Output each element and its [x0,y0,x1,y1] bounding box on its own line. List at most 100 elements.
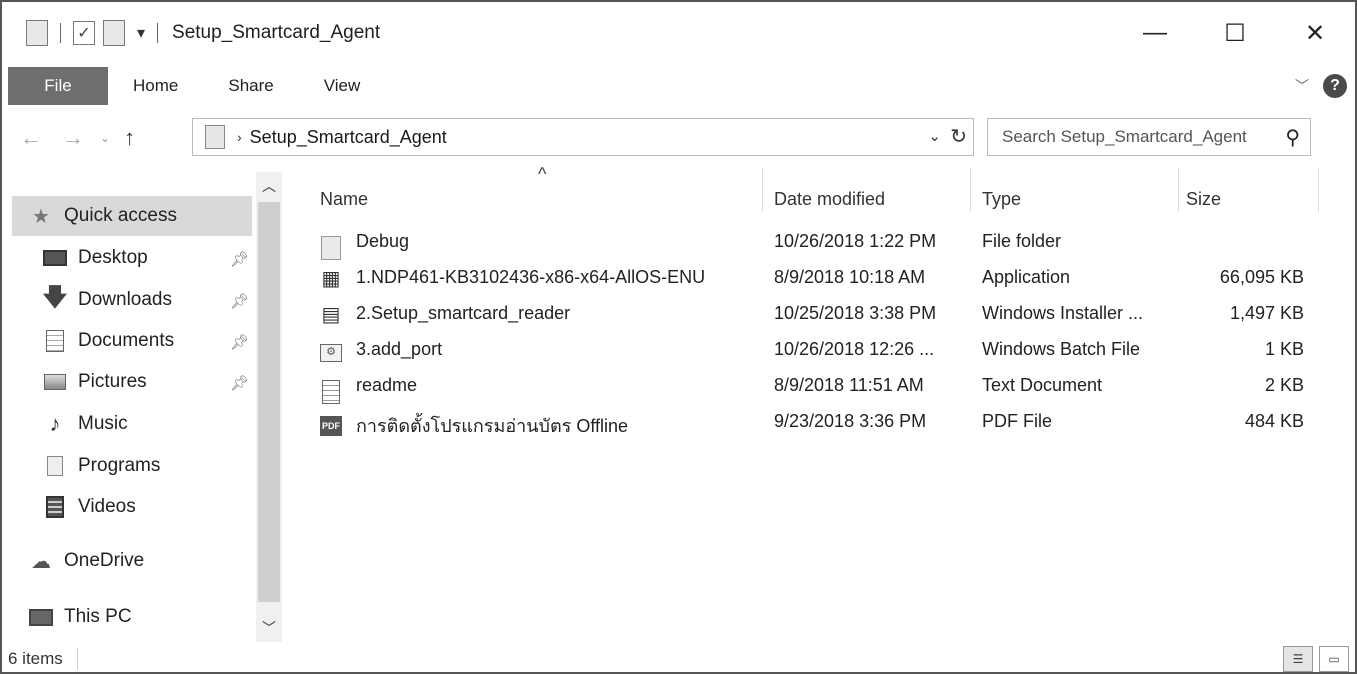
scroll-down-icon[interactable]: ﹀ [262,618,276,638]
folder-icon[interactable] [26,20,48,46]
file-row[interactable]: ⚙ 3.add_port 10/26/2018 12:26 ... Window… [302,332,1342,368]
address-bar[interactable]: › Setup_Smartcard_Agent ⌄ ↻ [192,118,974,156]
file-size: 1 KB [1264,339,1304,359]
address-dropdown-icon[interactable]: ⌄ [928,127,941,145]
installer-icon: ▤ [321,303,341,326]
nav-item-downloads[interactable]: 🡇 Downloads [42,281,172,319]
column-header-name[interactable]: Name [320,180,368,218]
nav-item-desktop[interactable]: Desktop [42,239,148,277]
file-row[interactable]: ▦ 1.NDP461-KB3102436-x86-x64-AllOS-ENU 8… [302,260,1342,296]
scrollbar-thumb[interactable] [258,202,280,602]
nav-item-label: Documents [78,330,175,351]
navigation-pane: ★ Quick access Desktop 📌︎ 🡇 Downloads 📌︎… [2,172,282,642]
nav-item-quick-access[interactable]: ★ Quick access [28,197,177,235]
music-icon: ♪ [49,411,61,436]
breadcrumb-current[interactable]: Setup_Smartcard_Agent [250,127,447,148]
nav-item-pictures[interactable]: Pictures [42,363,147,401]
column-header-size[interactable]: Size [1186,180,1221,218]
file-name: การติดตั้งโปรแกรมอ่านบัตร Offline [356,416,629,436]
column-divider[interactable] [1318,168,1319,212]
folder-icon [318,229,344,260]
large-icons-view-icon[interactable]: ▭ [1319,646,1349,672]
search-icon[interactable]: ⚲ [1285,125,1300,150]
column-divider[interactable] [970,168,971,212]
qat-separator [60,23,61,43]
file-list: ^ Name Date modified Type Size Debug 10/… [302,164,1342,644]
file-date: 8/9/2018 11:51 AM [774,375,924,395]
view-switcher: ☰ ▭ [1283,646,1349,672]
file-row[interactable]: ▤ 2.Setup_smartcard_reader 10/25/2018 3:… [302,296,1342,332]
batch-file-icon: ⚙ [318,337,344,363]
sort-ascending-icon: ^ [538,164,547,184]
pdf-icon: PDF [318,409,344,436]
back-arrow-icon[interactable]: ← [20,125,42,151]
forward-arrow-icon[interactable]: → [62,125,84,151]
nav-item-label: Quick access [64,205,177,226]
column-divider[interactable] [762,168,763,212]
file-date: 8/9/2018 10:18 AM [774,267,926,287]
file-name: 3.add_port [356,339,443,359]
nav-item-label: Programs [78,455,161,476]
application-icon: ▦ [321,267,341,290]
column-header-date[interactable]: Date modified [774,180,885,218]
folder-icon [205,125,225,149]
pin-icon[interactable]: 📌︎ [230,250,249,268]
refresh-icon[interactable]: ↻ [950,124,967,149]
close-button[interactable]: ✕ [1275,2,1355,64]
nav-item-programs[interactable]: Programs [42,447,160,485]
file-type: Text Document [982,375,1103,395]
status-bar: 6 items ☰ ▭ [2,644,1355,674]
tab-share[interactable]: Share [203,67,298,105]
tab-view[interactable]: View [299,67,386,105]
nav-item-videos[interactable]: Videos [42,488,136,526]
text-document-icon [318,373,344,404]
help-icon[interactable]: ? [1323,74,1347,98]
file-type: File folder [982,231,1062,251]
nav-item-onedrive[interactable]: ☁ OneDrive [28,542,144,580]
details-view-icon[interactable]: ☰ [1283,646,1313,672]
star-icon: ★ [32,205,50,228]
nav-item-documents[interactable]: Documents [42,322,174,360]
file-date: 10/26/2018 1:22 PM [774,231,937,251]
customize-qat-icon[interactable]: ▾ [137,23,145,43]
scroll-up-icon[interactable]: ︿ [262,176,276,196]
column-divider[interactable] [1178,168,1179,212]
status-separator [76,648,78,670]
nav-item-label: Pictures [78,371,147,392]
breadcrumb-separator-icon[interactable]: › [237,129,242,145]
chevron-down-icon[interactable]: ﹀ [1295,76,1309,96]
file-row[interactable]: Debug 10/26/2018 1:22 PM File folder [302,224,1342,260]
documents-icon [42,328,68,354]
quick-access-toolbar: ✓ ▾ Setup_Smartcard_Agent [26,20,380,46]
properties-icon[interactable]: ✓ [73,21,95,45]
pin-icon[interactable]: 📌︎ [230,374,249,392]
file-name: Debug [356,231,410,251]
search-box[interactable]: ⚲ [987,118,1311,156]
nav-item-label: Videos [78,496,136,517]
up-arrow-icon[interactable]: ↑ [124,125,135,151]
pin-icon[interactable]: 📌︎ [230,333,249,351]
pin-icon[interactable]: 📌︎ [230,292,249,310]
column-header-type[interactable]: Type [982,180,1021,218]
nav-item-this-pc[interactable]: This PC [28,598,132,636]
new-folder-icon[interactable] [103,20,125,46]
nav-pane-scrollbar[interactable]: ︿ ﹀ [256,172,282,642]
file-type: Windows Batch File [982,339,1141,359]
tab-file[interactable]: File [8,67,108,105]
recent-locations-icon[interactable]: ⌄ [100,131,110,145]
ribbon-tabs: File Home Share View ﹀ ? [2,64,1355,108]
nav-item-label: This PC [64,606,132,627]
search-input[interactable] [1002,127,1282,147]
cloud-icon: ☁ [31,550,51,573]
file-row[interactable]: readme 8/9/2018 11:51 AM Text Document 2… [302,368,1342,404]
ribbon-right: ﹀ ? [1295,64,1347,108]
maximize-button[interactable]: ☐ [1195,2,1275,64]
minimize-button[interactable]: — [1115,2,1195,64]
file-row[interactable]: PDF การติดตั้งโปรแกรมอ่านบัตร Offline 9/… [302,404,1342,440]
programs-icon [42,453,68,479]
file-name: 2.Setup_smartcard_reader [356,303,571,323]
tab-home[interactable]: Home [108,67,203,105]
file-date: 10/25/2018 3:38 PM [774,303,937,323]
nav-item-music[interactable]: ♪ Music [42,405,128,443]
pictures-icon [42,369,68,395]
